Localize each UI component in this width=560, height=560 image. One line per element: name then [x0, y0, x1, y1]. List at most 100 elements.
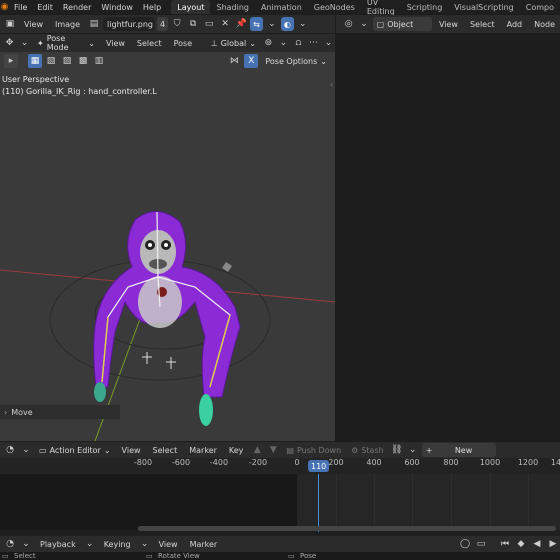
- frame-tick: 1200: [517, 458, 539, 467]
- timeline-scrollbar[interactable]: [138, 526, 556, 531]
- menu-edit[interactable]: Edit: [32, 3, 58, 12]
- stash-button[interactable]: ⚙ Stash: [347, 443, 388, 457]
- chevron-down-icon[interactable]: ⌄: [19, 443, 33, 457]
- viewport-menu-view[interactable]: View: [101, 39, 130, 48]
- workspace-tab-geonodes[interactable]: GeoNodes: [308, 0, 361, 14]
- dopesheet-timeline[interactable]: -800 -600 -400 -200 0 200 400 600 800 10…: [0, 458, 560, 536]
- jump-start-icon[interactable]: ⏮: [498, 537, 512, 551]
- hand-right: [199, 394, 213, 426]
- play-reverse-icon[interactable]: ◀: [530, 537, 544, 551]
- playhead-line[interactable]: [318, 474, 319, 532]
- gorilla-model: [93, 211, 241, 398]
- plus-icon: +: [425, 445, 433, 455]
- push-down-button[interactable]: ▤ Push Down: [282, 443, 345, 457]
- mouse-middle-icon: ▭: [146, 552, 153, 560]
- overlay-button[interactable]: ◐: [280, 17, 294, 31]
- play-icon[interactable]: ▶: [546, 537, 560, 551]
- action-menu-key[interactable]: Key: [224, 446, 249, 455]
- uv-select-mode-button[interactable]: ⇆: [250, 17, 263, 31]
- viewport-menu-pose[interactable]: Pose: [169, 39, 198, 48]
- auto-keying-icon[interactable]: ◯: [458, 537, 472, 551]
- chevron-down-icon[interactable]: ⌄: [18, 36, 31, 50]
- gorilla-eye-left-shine: [148, 243, 152, 247]
- viewport-editor-type-icon[interactable]: ✥: [3, 36, 16, 50]
- node-editor-type-icon[interactable]: ◎: [342, 17, 355, 31]
- frame-tick: -200: [248, 458, 268, 467]
- action-menu-view[interactable]: View: [117, 446, 146, 455]
- editor-type-icon[interactable]: ▣: [3, 17, 17, 31]
- interaction-mode-dropdown[interactable]: ✦ Pose Mode ⌄: [33, 34, 99, 52]
- frame-tick: 400: [366, 458, 382, 467]
- transform-orientation-dropdown[interactable]: ⊥ Global ⌄: [207, 36, 260, 50]
- node-menu-select[interactable]: Select: [465, 20, 500, 29]
- viewport-menu-select[interactable]: Select: [132, 39, 167, 48]
- workspace-tab-shading[interactable]: Shading: [210, 0, 255, 14]
- pivot-point-icon[interactable]: ⊚: [262, 36, 275, 50]
- 3d-viewport[interactable]: ▸ ▦ ▧ ▨ ▩ ▥ ⋈ X Pose Options ⌄ User Pers…: [0, 52, 335, 441]
- chevron-down-icon[interactable]: ⌄: [138, 537, 152, 551]
- chevron-down-icon[interactable]: ⌄: [406, 443, 420, 457]
- keying-set-icon[interactable]: ▭: [474, 537, 488, 551]
- menu-file[interactable]: File: [9, 3, 32, 12]
- action-browse-icon[interactable]: ⛓: [390, 443, 404, 457]
- menu-timeline-view[interactable]: View: [154, 540, 183, 549]
- scene-canvas: [0, 211, 335, 441]
- current-frame-indicator[interactable]: 110: [308, 460, 330, 472]
- menu-timeline-marker[interactable]: Marker: [185, 540, 223, 549]
- image-menu-image[interactable]: Image: [50, 20, 85, 29]
- workspace-tab-uv-editing[interactable]: UV Editing: [361, 0, 401, 16]
- action-editor-header: ◔ ⌄ ▭ Action Editor ⌄ View Select Marker…: [0, 442, 560, 458]
- snap-icon[interactable]: ⩍: [292, 36, 305, 50]
- action-menu-select[interactable]: Select: [148, 446, 183, 455]
- chevron-down-icon[interactable]: ⌄: [277, 36, 290, 50]
- status-rotate-view: Rotate View: [158, 552, 200, 560]
- chevron-down-icon[interactable]: ⌄: [83, 537, 97, 551]
- timeline-editor-icon[interactable]: ◔: [3, 537, 17, 551]
- workspace-tab-visualscripting[interactable]: VisualScripting: [448, 0, 519, 14]
- unlink-image-icon[interactable]: ✕: [218, 17, 232, 31]
- layer-up-icon[interactable]: ▲: [250, 443, 264, 457]
- chevron-down-icon[interactable]: ⌄: [19, 537, 33, 551]
- node-menu-view[interactable]: View: [434, 20, 463, 29]
- menu-keying[interactable]: Keying: [99, 540, 136, 549]
- open-image-icon[interactable]: ▭: [202, 17, 216, 31]
- object-icon: ▢: [376, 19, 385, 29]
- object-type-dropdown[interactable]: ▢ Object: [372, 17, 432, 31]
- workspace-tab-scripting[interactable]: Scripting: [401, 0, 449, 14]
- last-operator-panel[interactable]: › Move: [0, 405, 120, 419]
- menu-playback[interactable]: Playback: [35, 540, 81, 549]
- push-down-label: Push Down: [296, 445, 342, 455]
- node-menu-add[interactable]: Add: [502, 20, 528, 29]
- blender-logo-icon[interactable]: ◉: [0, 0, 9, 14]
- chevron-down-icon[interactable]: ⌄: [296, 17, 310, 31]
- chevron-down-icon[interactable]: ⌄: [322, 36, 335, 50]
- dopesheet-mode-dropdown[interactable]: ▭ Action Editor ⌄: [35, 443, 115, 457]
- chevron-down-icon[interactable]: ⌄: [357, 17, 370, 31]
- sidebar-toggle-icon[interactable]: ‹: [330, 80, 333, 89]
- image-users-count[interactable]: 4: [157, 17, 169, 31]
- chevron-down-icon[interactable]: ⌄: [265, 17, 279, 31]
- frame-ruler[interactable]: -800 -600 -400 -200 0 200 400 600 800 10…: [0, 458, 560, 474]
- layer-down-icon[interactable]: ▼: [266, 443, 280, 457]
- image-name-field[interactable]: lightfur.png: [103, 17, 156, 31]
- snap-target-icon[interactable]: ⋯: [307, 36, 320, 50]
- object-type-label: Object: [387, 19, 414, 29]
- pin-icon[interactable]: 📌: [234, 17, 248, 31]
- duplicate-image-icon[interactable]: ⧉: [186, 17, 200, 31]
- node-menu-node[interactable]: Node: [529, 20, 560, 29]
- menu-window[interactable]: Window: [96, 3, 138, 12]
- action-menu-marker[interactable]: Marker: [184, 446, 222, 455]
- menu-render[interactable]: Render: [58, 3, 96, 12]
- image-menu-view[interactable]: View: [19, 20, 48, 29]
- image-browse-icon[interactable]: ▤: [87, 17, 101, 31]
- fake-user-shield-icon[interactable]: ⛉: [170, 17, 184, 31]
- menu-help[interactable]: Help: [138, 3, 166, 12]
- workspace-tab-animation[interactable]: Animation: [255, 0, 308, 14]
- workspace-tab-layout[interactable]: Layout: [171, 0, 211, 14]
- dopesheet-editor-icon[interactable]: ◔: [3, 443, 17, 457]
- out-of-range-area: [0, 474, 297, 530]
- prev-keyframe-icon[interactable]: ◆: [514, 537, 528, 551]
- node-editor-area[interactable]: ‹: [330, 34, 560, 441]
- new-action-button[interactable]: + New: [421, 443, 496, 457]
- workspace-tab-compositing[interactable]: Compo: [520, 0, 560, 14]
